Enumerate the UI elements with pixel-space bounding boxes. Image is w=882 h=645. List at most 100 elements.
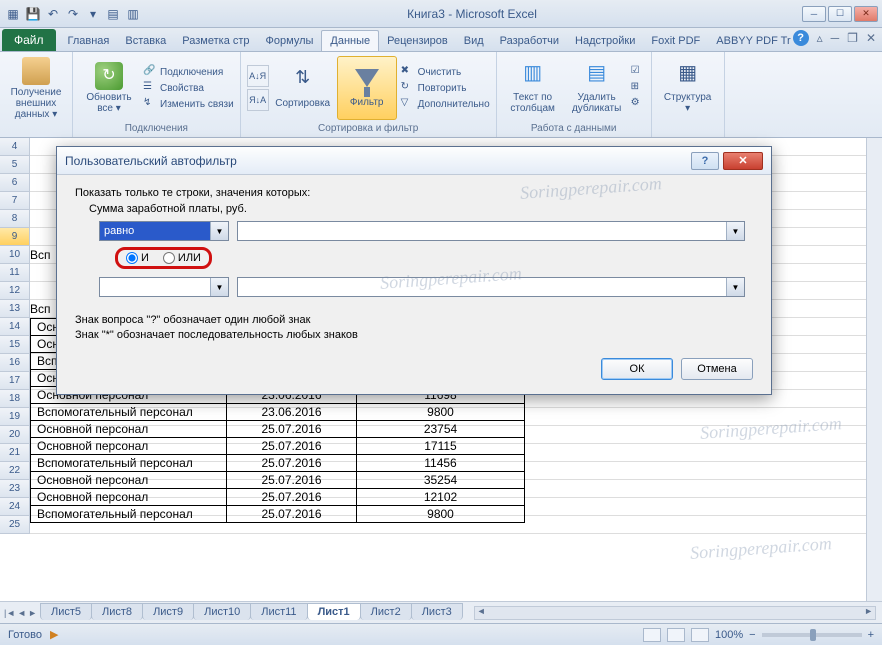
table-row[interactable]: Вспомогательный персонал23.06.20169800 <box>31 404 525 421</box>
vertical-scrollbar[interactable] <box>866 138 882 601</box>
get-external-data-button[interactable]: Получение внешних данных ▾ <box>6 56 66 120</box>
doc-close-icon[interactable]: ✕ <box>866 31 876 45</box>
sheet-tab[interactable]: Лист8 <box>91 603 143 620</box>
filter-button[interactable]: Фильтр <box>337 56 397 120</box>
row-header[interactable]: 18 <box>0 390 30 408</box>
row-header[interactable]: 20 <box>0 426 30 444</box>
file-tab[interactable]: Файл <box>2 29 56 51</box>
view-pagelayout-button[interactable] <box>667 628 685 642</box>
zoom-out-button[interactable]: − <box>749 629 755 641</box>
save-icon[interactable]: 💾 <box>24 5 42 23</box>
doc-restore-icon[interactable]: ❐ <box>847 31 858 45</box>
row-header[interactable]: 25 <box>0 516 30 534</box>
row-header[interactable]: 21 <box>0 444 30 462</box>
condition2-value-combo[interactable]: ▼ <box>237 277 745 297</box>
minimize-button[interactable]: ─ <box>802 6 826 22</box>
consolidate-button[interactable]: ⊞ <box>631 81 645 95</box>
doc-minimize-icon[interactable]: ─ <box>831 31 840 45</box>
cancel-button[interactable]: Отмена <box>681 358 753 380</box>
row-header[interactable]: 19 <box>0 408 30 426</box>
radio-and[interactable]: И <box>126 252 149 264</box>
table-row[interactable]: Вспомогательный персонал25.07.201611456 <box>31 455 525 472</box>
sheet-tab[interactable]: Лист9 <box>142 603 194 620</box>
tab-abbyy[interactable]: ABBYY PDF Tr <box>708 31 798 51</box>
close-button[interactable]: ✕ <box>854 6 878 22</box>
row-header[interactable]: 23 <box>0 480 30 498</box>
row-header[interactable]: 22 <box>0 462 30 480</box>
row-header[interactable]: 16 <box>0 354 30 372</box>
sheet-tab[interactable]: Лист5 <box>40 603 92 620</box>
sheet-tab[interactable]: Лист11 <box>250 603 307 620</box>
sheet-tab[interactable]: Лист10 <box>193 603 251 620</box>
data-validation-button[interactable]: ☑ <box>631 65 645 79</box>
condition1-operator-combo[interactable]: равно▼ <box>99 221 229 241</box>
row-header[interactable]: 17 <box>0 372 30 390</box>
outline-button[interactable]: ▦ Структура ▾ <box>658 56 718 120</box>
condition2-operator-combo[interactable]: ▼ <box>99 277 229 297</box>
table-row[interactable]: Основной персонал25.07.201612102 <box>31 489 525 506</box>
zoom-in-button[interactable]: + <box>868 629 874 641</box>
ribbon-minimize-icon[interactable]: ▵ <box>817 31 823 45</box>
zoom-slider[interactable] <box>762 633 862 637</box>
qat-extra2-icon[interactable]: ▥ <box>124 5 142 23</box>
sheet-tab[interactable]: Лист2 <box>360 603 412 620</box>
help-icon[interactable]: ? <box>793 30 809 46</box>
refresh-all-button[interactable]: Обновить все ▾ <box>79 56 139 120</box>
horizontal-scrollbar[interactable] <box>474 606 876 620</box>
row-header[interactable]: 11 <box>0 264 30 282</box>
reapply-button[interactable]: ↻Повторить <box>401 81 490 95</box>
sheet-tab[interactable]: Лист1 <box>307 603 361 620</box>
row-header[interactable]: 24 <box>0 498 30 516</box>
view-normal-button[interactable] <box>643 628 661 642</box>
zoom-level[interactable]: 100% <box>715 629 743 641</box>
sort-asc-button[interactable]: А↓Я <box>247 65 269 87</box>
table-row[interactable]: Основной персонал25.07.201635254 <box>31 472 525 489</box>
tab-insert[interactable]: Вставка <box>117 31 174 51</box>
table-row[interactable]: Вспомогательный персонал25.07.20169800 <box>31 506 525 523</box>
ok-button[interactable]: ОК <box>601 358 673 380</box>
text-to-columns-button[interactable]: ▥ Текст по столбцам <box>503 56 563 120</box>
row-header[interactable]: 10 <box>0 246 30 264</box>
sheet-tab[interactable]: Лист3 <box>411 603 463 620</box>
qat-extra1-icon[interactable]: ▤ <box>104 5 122 23</box>
properties-button[interactable]: ☰Свойства <box>143 81 234 95</box>
dialog-titlebar[interactable]: Пользовательский автофильтр ? ✕ <box>57 147 771 175</box>
dialog-close-button[interactable]: ✕ <box>723 152 763 170</box>
qat-dropdown-icon[interactable]: ▾ <box>84 5 102 23</box>
macro-record-icon[interactable]: ▶ <box>50 628 58 641</box>
table-row[interactable]: Основной персонал25.07.201617115 <box>31 438 525 455</box>
undo-icon[interactable]: ↶ <box>44 5 62 23</box>
clear-filter-button[interactable]: ✖Очистить <box>401 65 490 79</box>
row-header[interactable]: 7 <box>0 192 30 210</box>
condition1-value-combo[interactable]: ▼ <box>237 221 745 241</box>
tab-addins[interactable]: Надстройки <box>567 31 643 51</box>
whatif-button[interactable]: ⚙ <box>631 97 645 111</box>
tab-developer[interactable]: Разработчи <box>492 31 567 51</box>
connections-button[interactable]: 🔗Подключения <box>143 65 234 79</box>
tab-foxit[interactable]: Foxit PDF <box>643 31 708 51</box>
tab-view[interactable]: Вид <box>456 31 492 51</box>
tab-pagelayout[interactable]: Разметка стр <box>174 31 257 51</box>
row-header[interactable]: 15 <box>0 336 30 354</box>
row-header[interactable]: 14 <box>0 318 30 336</box>
dialog-help-button[interactable]: ? <box>691 152 719 170</box>
tab-formulas[interactable]: Формулы <box>258 31 322 51</box>
row-header[interactable]: 8 <box>0 210 30 228</box>
row-header[interactable]: 12 <box>0 282 30 300</box>
advanced-filter-button[interactable]: ▽Дополнительно <box>401 97 490 111</box>
radio-or[interactable]: ИЛИ <box>163 252 201 264</box>
edit-links-button[interactable]: ↯Изменить связи <box>143 97 234 111</box>
sort-desc-button[interactable]: Я↓А <box>247 89 269 111</box>
remove-duplicates-button[interactable]: ▤ Удалить дубликаты <box>567 56 627 120</box>
row-header[interactable]: 4 <box>0 138 30 156</box>
table-row[interactable]: Основной персонал25.07.201623754 <box>31 421 525 438</box>
row-header[interactable]: 9 <box>0 228 30 246</box>
row-header[interactable]: 6 <box>0 174 30 192</box>
view-pagebreak-button[interactable] <box>691 628 709 642</box>
tab-home[interactable]: Главная <box>60 31 118 51</box>
row-header[interactable]: 13 <box>0 300 30 318</box>
row-header[interactable]: 5 <box>0 156 30 174</box>
tab-review[interactable]: Рецензиров <box>379 31 456 51</box>
tab-data[interactable]: Данные <box>321 30 379 51</box>
sort-button[interactable]: ⇅ Сортировка <box>273 56 333 120</box>
